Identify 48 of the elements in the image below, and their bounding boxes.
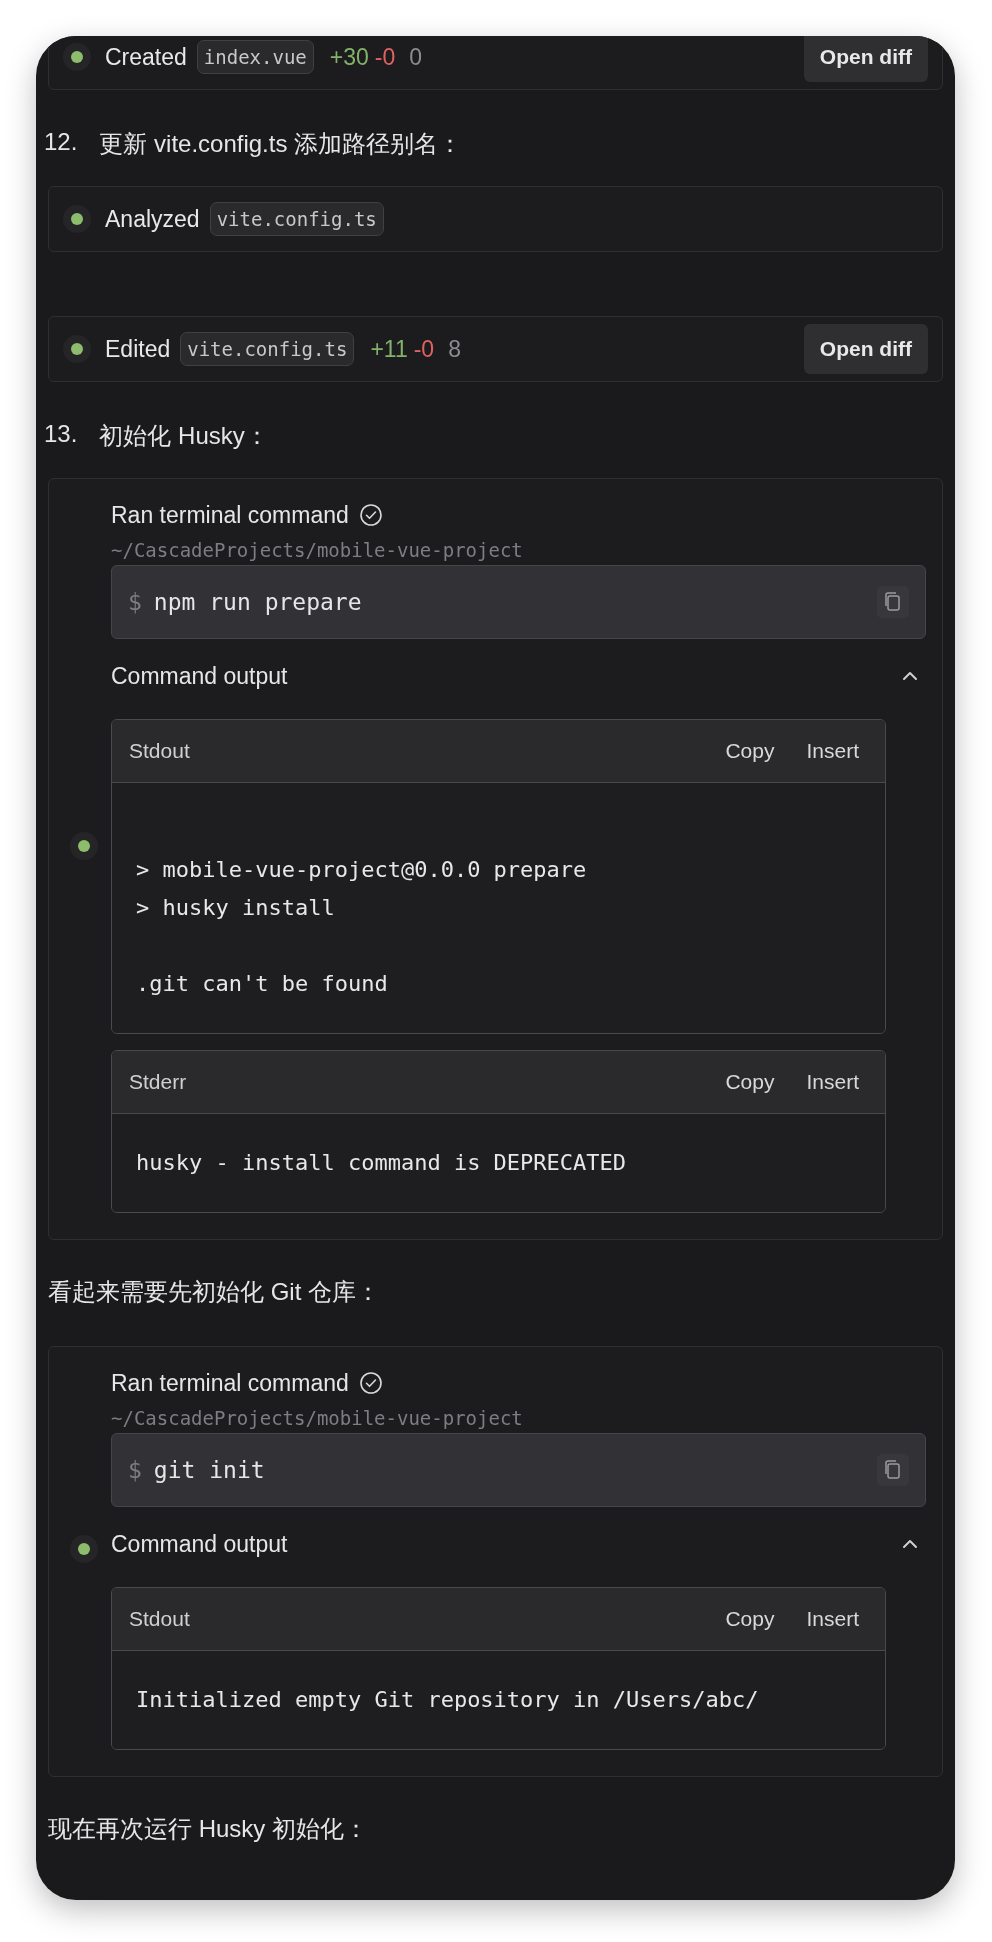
output-text: Initialized empty Git repository in /Users/abc/ (136, 1686, 760, 1714)
step-heading: 更新 vite.config.ts 添加路径别名： (99, 129, 463, 159)
file-chip[interactable]: vite.config.ts (180, 332, 355, 366)
check-circle-icon (358, 1371, 383, 1395)
stream-label: Stdout (129, 739, 190, 763)
step-heading: 初始化 Husky： (99, 421, 269, 451)
file-chip[interactable]: vite.config.ts (209, 202, 384, 236)
chevron-up-icon[interactable] (900, 1537, 920, 1551)
output-text: > mobile-vue-project@0.0.0 prepare > husky install .git can't be found (136, 856, 588, 998)
file-chip[interactable]: index.vue (196, 40, 314, 74)
output-label: Command output (111, 662, 288, 690)
stream-action-button[interactable]: Insert (790, 1601, 875, 1637)
open-diff-button[interactable]: Open diff (803, 324, 928, 374)
copy-icon[interactable] (877, 586, 909, 618)
stream-label: Stdout (129, 1607, 190, 1631)
working-directory: ~/CascadeProjects/mobile-vue-project (111, 1407, 524, 1429)
chevron-up-icon[interactable] (900, 669, 920, 683)
message-text: 现在再次运行 Husky 初始化： (48, 1814, 369, 1844)
copy-icon[interactable] (877, 1454, 909, 1486)
action-label: Created (105, 43, 187, 71)
stream-action-button[interactable]: Insert (790, 1064, 875, 1100)
command-text: git init (153, 1457, 265, 1483)
terminal-title: Ran terminal command (111, 1369, 349, 1397)
prompt-symbol: $ (128, 1457, 142, 1483)
stream-action-button[interactable]: Copy (709, 1601, 791, 1637)
stream-label: Stderr (129, 1070, 187, 1094)
step-number: 12. (44, 128, 78, 157)
stream-action-button[interactable]: Insert (790, 733, 875, 769)
output-label: Command output (111, 1530, 288, 1558)
working-directory: ~/CascadeProjects/mobile-vue-project (111, 539, 524, 561)
open-diff-button[interactable]: Open diff (803, 36, 928, 82)
changed-count: 8 (448, 335, 461, 363)
action-label: Analyzed (105, 205, 200, 233)
message-text: 看起来需要先初始化 Git 仓库： (48, 1277, 381, 1307)
prompt-symbol: $ (128, 589, 142, 615)
stream-action-button[interactable]: Copy (709, 733, 791, 769)
removed-count: -0 (374, 43, 396, 71)
check-circle-icon (358, 503, 383, 527)
added-count: +30 (329, 43, 369, 71)
terminal-title: Ran terminal command (111, 501, 349, 529)
output-text: husky - install command is DEPRECATED (136, 1149, 628, 1177)
removed-count: -0 (413, 335, 435, 363)
command-text: npm run prepare (153, 589, 362, 615)
changed-count: 0 (409, 43, 423, 71)
added-count: +11 (370, 335, 408, 363)
action-label: Edited (105, 335, 171, 363)
stream-action-button[interactable]: Copy (709, 1064, 791, 1100)
step-number: 13. (44, 420, 78, 449)
